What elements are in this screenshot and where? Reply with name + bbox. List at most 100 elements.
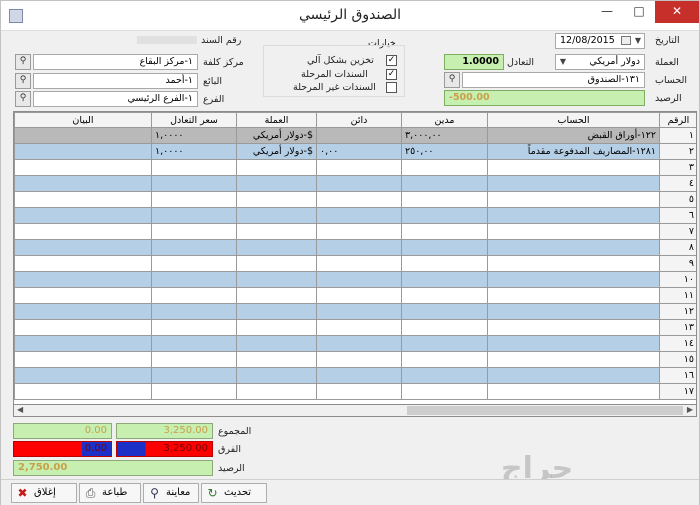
table-cell-rate[interactable]	[151, 175, 237, 192]
table-cell-debit[interactable]	[401, 319, 488, 336]
table-cell-num[interactable]: ١٤	[659, 335, 696, 352]
table-cell-account[interactable]	[487, 255, 660, 272]
table-cell-rate[interactable]: ١,٠٠٠٠	[151, 143, 237, 160]
table-cell-currency[interactable]	[236, 287, 317, 304]
table-cell-num[interactable]: ١٥	[659, 351, 696, 368]
table-row[interactable]: ٥	[14, 191, 696, 208]
table-cell-currency[interactable]	[236, 383, 317, 400]
table-cell-rate[interactable]	[151, 271, 237, 288]
posted-checkbox[interactable]: ✓	[386, 69, 397, 80]
table-cell-num[interactable]: ٢	[659, 143, 696, 160]
table-cell-account[interactable]	[487, 207, 660, 224]
table-cell-debit[interactable]	[401, 383, 488, 400]
table-cell-account[interactable]	[487, 383, 660, 400]
table-cell-desc[interactable]	[14, 207, 152, 224]
cost-center-field[interactable]: ١-مركز البقاع	[33, 54, 198, 70]
table-row[interactable]: ٧	[14, 223, 696, 240]
column-header[interactable]: العملة	[236, 112, 317, 128]
table-cell-account[interactable]	[487, 175, 660, 192]
table-cell-desc[interactable]	[14, 351, 152, 368]
horizontal-scrollbar[interactable]: ◀ ▶	[13, 404, 697, 417]
table-cell-currency[interactable]	[236, 159, 317, 176]
table-cell-credit[interactable]	[316, 319, 402, 336]
table-cell-account[interactable]	[487, 159, 660, 176]
table-cell-num[interactable]: ١	[659, 127, 696, 144]
close-button[interactable]: ✖ إغلاق	[11, 483, 77, 503]
table-row[interactable]: ١١	[14, 287, 696, 304]
table-cell-currency[interactable]	[236, 191, 317, 208]
table-cell-credit[interactable]	[316, 175, 402, 192]
table-cell-account[interactable]: ١٢٢-أوراق القبض	[487, 127, 660, 144]
table-cell-currency[interactable]	[236, 335, 317, 352]
table-cell-currency[interactable]: $-دولار أمريكي	[236, 143, 317, 160]
preview-button[interactable]: ⚲ معاينة	[143, 483, 199, 503]
table-row[interactable]: ١٤	[14, 335, 696, 352]
table-cell-debit[interactable]	[401, 159, 488, 176]
search-icon[interactable]: ⚲	[15, 73, 31, 89]
table-cell-desc[interactable]	[14, 191, 152, 208]
table-cell-rate[interactable]	[151, 335, 237, 352]
table-cell-desc[interactable]	[14, 287, 152, 304]
table-cell-rate[interactable]	[151, 319, 237, 336]
table-cell-debit[interactable]	[401, 255, 488, 272]
column-header[interactable]: مدين	[401, 112, 488, 128]
table-cell-desc[interactable]	[14, 271, 152, 288]
table-cell-rate[interactable]	[151, 255, 237, 272]
table-cell-credit[interactable]	[316, 239, 402, 256]
table-cell-debit[interactable]	[401, 287, 488, 304]
table-cell-num[interactable]: ٥	[659, 191, 696, 208]
table-cell-rate[interactable]	[151, 367, 237, 384]
table-cell-num[interactable]: ١٠	[659, 271, 696, 288]
table-cell-currency[interactable]	[236, 223, 317, 240]
table-cell-account[interactable]	[487, 303, 660, 320]
column-header[interactable]: الرقم	[659, 112, 696, 128]
table-cell-account[interactable]	[487, 319, 660, 336]
table-cell-desc[interactable]	[14, 143, 152, 160]
table-cell-credit[interactable]	[316, 191, 402, 208]
table-cell-credit[interactable]	[316, 303, 402, 320]
table-cell-num[interactable]: ٧	[659, 223, 696, 240]
table-cell-rate[interactable]	[151, 191, 237, 208]
column-header[interactable]: دائن	[316, 112, 402, 128]
table-cell-currency[interactable]	[236, 351, 317, 368]
table-cell-credit[interactable]: ٠,٠٠	[316, 143, 402, 160]
table-cell-currency[interactable]	[236, 303, 317, 320]
table-cell-desc[interactable]	[14, 255, 152, 272]
table-cell-rate[interactable]	[151, 159, 237, 176]
search-icon[interactable]: ⚲	[15, 91, 31, 107]
table-cell-credit[interactable]	[316, 159, 402, 176]
table-row[interactable]: ١٠	[14, 271, 696, 288]
table-cell-credit[interactable]	[316, 127, 402, 144]
column-header[interactable]: البيان	[14, 112, 152, 128]
table-cell-currency[interactable]	[236, 207, 317, 224]
table-cell-desc[interactable]	[14, 367, 152, 384]
column-header[interactable]: الحساب	[487, 112, 660, 128]
table-cell-rate[interactable]	[151, 207, 237, 224]
table-cell-num[interactable]: ٦	[659, 207, 696, 224]
table-cell-account[interactable]	[487, 351, 660, 368]
table-row[interactable]: ١ ١٢٢-أوراق القبض ٣,٠٠٠,٠٠ $-دولار أمريكي ١,…	[14, 127, 696, 144]
table-cell-account[interactable]	[487, 287, 660, 304]
table-row[interactable]: ٩	[14, 255, 696, 272]
table-cell-currency[interactable]	[236, 319, 317, 336]
table-cell-credit[interactable]	[316, 351, 402, 368]
table-cell-credit[interactable]	[316, 255, 402, 272]
table-cell-credit[interactable]	[316, 223, 402, 240]
table-cell-debit[interactable]	[401, 351, 488, 368]
table-cell-num[interactable]: ٣	[659, 159, 696, 176]
table-cell-account[interactable]: ١٢٨١-المصاريف المدفوعة مقدماً	[487, 143, 660, 160]
table-cell-currency[interactable]	[236, 367, 317, 384]
unposted-checkbox[interactable]	[386, 82, 397, 93]
table-cell-credit[interactable]	[316, 287, 402, 304]
table-cell-rate[interactable]	[151, 303, 237, 320]
table-cell-credit[interactable]	[316, 271, 402, 288]
table-cell-desc[interactable]	[14, 127, 152, 144]
minimize-button[interactable]: —	[591, 1, 623, 23]
table-row[interactable]: ٤	[14, 175, 696, 192]
table-cell-rate[interactable]	[151, 223, 237, 240]
table-cell-credit[interactable]	[316, 367, 402, 384]
table-cell-desc[interactable]	[14, 223, 152, 240]
table-cell-num[interactable]: ١١	[659, 287, 696, 304]
table-cell-debit[interactable]: ٣,٠٠٠,٠٠	[401, 127, 488, 144]
table-cell-desc[interactable]	[14, 335, 152, 352]
